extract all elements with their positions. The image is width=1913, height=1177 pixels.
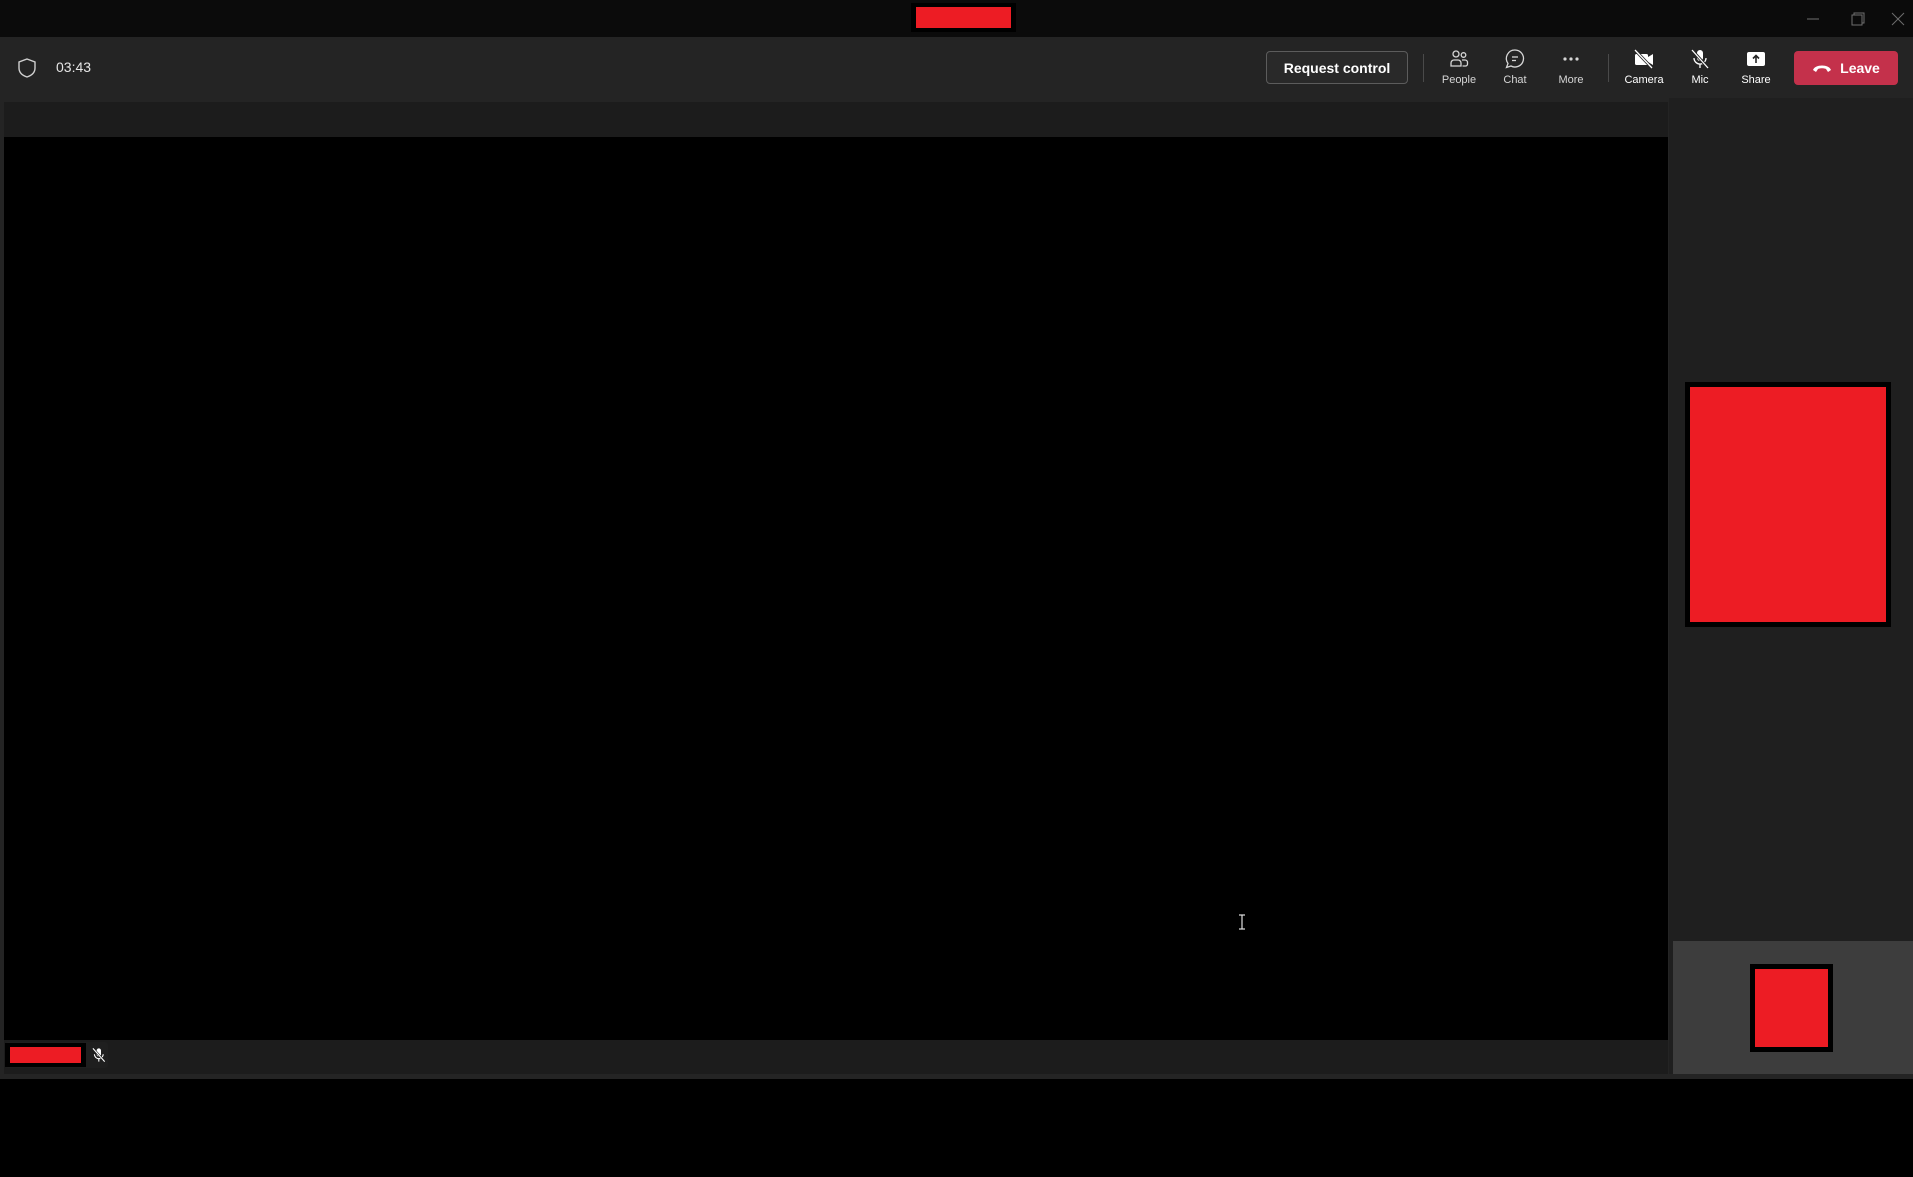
share-label: Share — [1741, 74, 1771, 86]
leave-button[interactable]: Leave — [1794, 51, 1898, 85]
hang-up-icon — [1813, 65, 1832, 72]
camera-toggle-button[interactable]: Camera — [1618, 43, 1670, 93]
presenter-name-redacted — [5, 1043, 87, 1067]
people-button[interactable]: People — [1433, 43, 1485, 93]
restore-button[interactable] — [1838, 0, 1878, 37]
share-button[interactable]: Share — [1730, 43, 1782, 93]
leave-label: Leave — [1840, 60, 1880, 76]
minimize-button[interactable] — [1793, 0, 1833, 37]
teams-meeting-window: 03:43 Request control People Chat More C… — [0, 0, 1913, 1177]
participant-video-redacted — [1690, 387, 1886, 622]
text-cursor-icon — [1239, 914, 1245, 930]
mic-label: Mic — [1691, 74, 1709, 86]
window-title-redacted — [911, 3, 1016, 32]
chat-label: Chat — [1503, 74, 1527, 86]
restore-icon — [1851, 12, 1865, 25]
participant-tile[interactable] — [1685, 382, 1891, 627]
self-view-tile — [1750, 964, 1833, 1052]
more-icon — [1563, 57, 1579, 61]
toolbar-divider — [1423, 54, 1424, 82]
chat-button[interactable]: Chat — [1489, 43, 1541, 93]
window-bottom-edge — [0, 1074, 1913, 1079]
request-control-button[interactable]: Request control — [1266, 51, 1408, 84]
shared-screen-view[interactable] — [4, 137, 1668, 1040]
presenter-name-tag — [5, 1042, 108, 1068]
people-label: People — [1441, 74, 1477, 86]
camera-off-icon — [1633, 48, 1654, 70]
chat-icon — [1505, 49, 1525, 69]
close-window-button[interactable] — [1878, 0, 1913, 37]
toolbar-divider — [1608, 54, 1609, 82]
minimize-icon — [1807, 18, 1819, 19]
shield-icon[interactable] — [16, 57, 38, 79]
people-icon — [1450, 50, 1469, 67]
mic-off-icon — [92, 1047, 106, 1063]
self-video-redacted — [1755, 969, 1828, 1047]
more-button[interactable]: More — [1545, 43, 1597, 93]
share-icon — [1747, 52, 1765, 66]
mic-toggle-button[interactable]: Mic — [1674, 43, 1726, 93]
meeting-toolbar: 03:43 Request control People Chat More C… — [0, 37, 1913, 98]
more-label: More — [1558, 74, 1584, 86]
camera-label: Camera — [1624, 74, 1664, 86]
meeting-timer: 03:43 — [56, 59, 92, 75]
title-bar — [0, 0, 1913, 37]
mic-off-icon — [1690, 49, 1710, 69]
close-icon — [1891, 12, 1905, 25]
